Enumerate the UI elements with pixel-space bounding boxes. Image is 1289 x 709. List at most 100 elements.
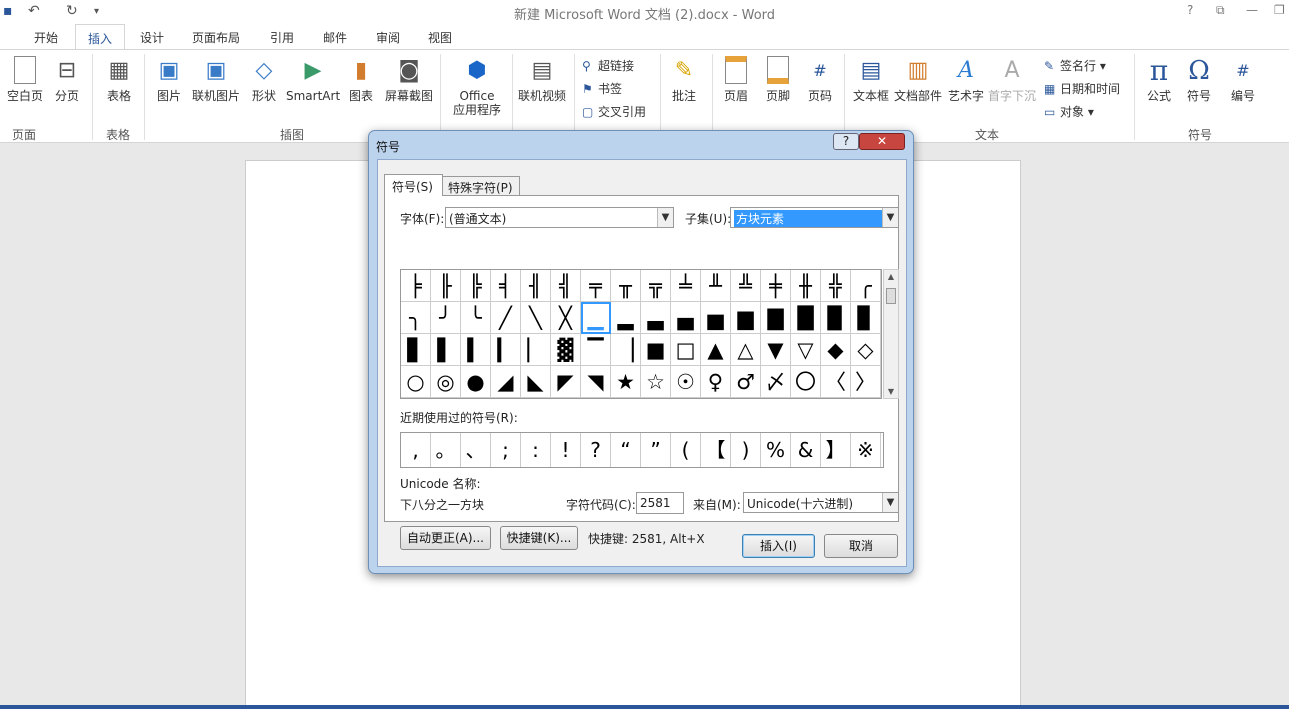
header-button[interactable]: 页眉: [720, 56, 752, 103]
symbol-cell[interactable]: ▏: [521, 334, 551, 366]
symbol-cell[interactable]: ▁: [581, 302, 611, 334]
recent-symbol-cell[interactable]: &: [791, 433, 821, 467]
quick-parts-button[interactable]: ▥ 文档部件: [892, 56, 944, 103]
symbol-cell[interactable]: □: [671, 334, 701, 366]
recent-symbol-cell[interactable]: ): [731, 433, 761, 467]
symbol-cell[interactable]: ▊: [851, 302, 881, 334]
symbol-cell[interactable]: ▋: [401, 334, 431, 366]
wordart-button[interactable]: A 艺术字: [946, 56, 986, 103]
symbol-cell[interactable]: ▌: [431, 334, 461, 366]
recent-symbol-cell[interactable]: ※: [851, 433, 881, 467]
text-box-button[interactable]: ▤ 文本框: [852, 56, 890, 103]
cancel-button[interactable]: 取消: [824, 534, 898, 558]
recent-symbol-cell[interactable]: 、: [461, 433, 491, 467]
symbol-cell[interactable]: ╬: [821, 270, 851, 302]
symbol-cell[interactable]: ♀: [701, 366, 731, 398]
online-pictures-button[interactable]: ▣ 联机图片: [190, 56, 242, 103]
symbol-cell[interactable]: ╲: [521, 302, 551, 334]
symbol-cell[interactable]: ╤: [581, 270, 611, 302]
tab-special-characters[interactable]: 特殊字符(P): [442, 176, 520, 196]
recent-symbol-cell[interactable]: (: [671, 433, 701, 467]
scroll-down-icon[interactable]: ▼: [884, 387, 898, 396]
tab-view[interactable]: 视图: [428, 29, 452, 46]
symbol-cell[interactable]: ▓: [551, 334, 581, 366]
chevron-down-icon[interactable]: ▼: [882, 208, 898, 227]
symbol-cell[interactable]: ╭: [851, 270, 881, 302]
pictures-button[interactable]: ▣ 图片: [154, 56, 184, 103]
symbol-cell[interactable]: ♂: [731, 366, 761, 398]
symbol-cell[interactable]: ☆: [641, 366, 671, 398]
symbol-cell[interactable]: ╠: [461, 270, 491, 302]
tab-insert[interactable]: 插入: [75, 24, 126, 50]
symbol-cell[interactable]: █: [791, 302, 821, 334]
page-break-button[interactable]: ⊟ 分页: [52, 56, 82, 103]
drop-cap-button[interactable]: A 首字下沉: [986, 56, 1038, 103]
symbol-cell[interactable]: ▂: [611, 302, 641, 334]
symbol-cell[interactable]: △: [731, 334, 761, 366]
symbol-cell[interactable]: ◢: [491, 366, 521, 398]
hyperlink-button[interactable]: ⚲ 超链接: [582, 57, 634, 74]
symbol-cell[interactable]: ▼: [761, 334, 791, 366]
restore-icon[interactable]: ❐: [1274, 3, 1285, 17]
symbol-cell[interactable]: ◣: [521, 366, 551, 398]
recent-symbol-cell[interactable]: ;: [491, 433, 521, 467]
recent-symbol-cell[interactable]: !: [551, 433, 581, 467]
recent-symbol-cell[interactable]: ?: [581, 433, 611, 467]
minimize-icon[interactable]: —: [1246, 3, 1258, 17]
font-select[interactable]: (普通文本) ▼: [445, 207, 674, 228]
symbol-cell[interactable]: ╥: [611, 270, 641, 302]
symbol-cell[interactable]: ▆: [731, 302, 761, 334]
subset-select[interactable]: 方块元素 ▼: [730, 207, 899, 228]
tab-references[interactable]: 引用: [270, 29, 294, 46]
bookmark-button[interactable]: ⚑ 书签: [582, 80, 622, 97]
symbol-cell[interactable]: ▎: [491, 334, 521, 366]
symbol-button[interactable]: Ω 符号: [1182, 56, 1216, 103]
signature-line-button[interactable]: ✎ 签名行 ▾: [1044, 57, 1106, 74]
symbol-cell[interactable]: 〆: [761, 366, 791, 398]
symbol-cell[interactable]: ╩: [731, 270, 761, 302]
online-video-button[interactable]: ▤ 联机视频: [516, 56, 568, 103]
tab-design[interactable]: 设计: [140, 29, 164, 46]
symbol-cell[interactable]: ▍: [461, 334, 491, 366]
symbol-cell[interactable]: ▽: [791, 334, 821, 366]
symbol-cell[interactable]: ╯: [431, 302, 461, 334]
symbol-cell[interactable]: ○: [401, 366, 431, 398]
comment-button[interactable]: ✎ 批注: [668, 56, 700, 103]
symbol-cell[interactable]: ╣: [551, 270, 581, 302]
autocorrect-button[interactable]: 自动更正(A)...: [400, 526, 491, 550]
symbol-cell[interactable]: ▔: [581, 334, 611, 366]
symbol-cell[interactable]: ▃: [641, 302, 671, 334]
page-number-button[interactable]: # 页码: [804, 56, 836, 103]
smartart-button[interactable]: ▶ SmartArt: [286, 56, 340, 103]
symbol-cell[interactable]: ◆: [821, 334, 851, 366]
shortcut-key-button[interactable]: 快捷键(K)...: [500, 526, 578, 550]
symbol-cell[interactable]: ▲: [701, 334, 731, 366]
recent-symbol-cell[interactable]: “: [611, 433, 641, 467]
symbol-cell[interactable]: ╰: [461, 302, 491, 334]
symbol-cell[interactable]: ◥: [581, 366, 611, 398]
symbol-cell[interactable]: ◤: [551, 366, 581, 398]
cross-reference-button[interactable]: ▢ 交叉引用: [582, 103, 646, 120]
ribbon-display-icon[interactable]: ⧉: [1216, 3, 1225, 18]
symbol-cell[interactable]: ▄: [671, 302, 701, 334]
symbol-cell[interactable]: 〇: [791, 366, 821, 398]
tab-layout[interactable]: 页面布局: [192, 29, 240, 46]
scroll-up-icon[interactable]: ▲: [884, 272, 898, 281]
symbol-cell[interactable]: ★: [611, 366, 641, 398]
tab-mailings[interactable]: 邮件: [323, 29, 347, 46]
chevron-down-icon[interactable]: ▼: [657, 208, 673, 227]
symbol-cell[interactable]: ■: [641, 334, 671, 366]
symbol-cell[interactable]: ╡: [491, 270, 521, 302]
symbol-cell[interactable]: ╫: [791, 270, 821, 302]
help-icon[interactable]: ?: [1187, 3, 1193, 17]
recent-symbol-cell[interactable]: 】: [821, 433, 851, 467]
chart-button[interactable]: ▮ 图表: [346, 56, 376, 103]
scroll-thumb[interactable]: [886, 288, 896, 304]
tab-review[interactable]: 审阅: [376, 29, 400, 46]
symbol-grid-scrollbar[interactable]: ▲ ▼: [883, 269, 899, 399]
symbol-cell[interactable]: 〉: [851, 366, 881, 398]
character-code-input[interactable]: 2581: [636, 492, 684, 514]
symbol-cell[interactable]: ╢: [521, 270, 551, 302]
recent-symbol-cell[interactable]: ,: [401, 433, 431, 467]
dialog-help-button[interactable]: ?: [833, 133, 859, 150]
